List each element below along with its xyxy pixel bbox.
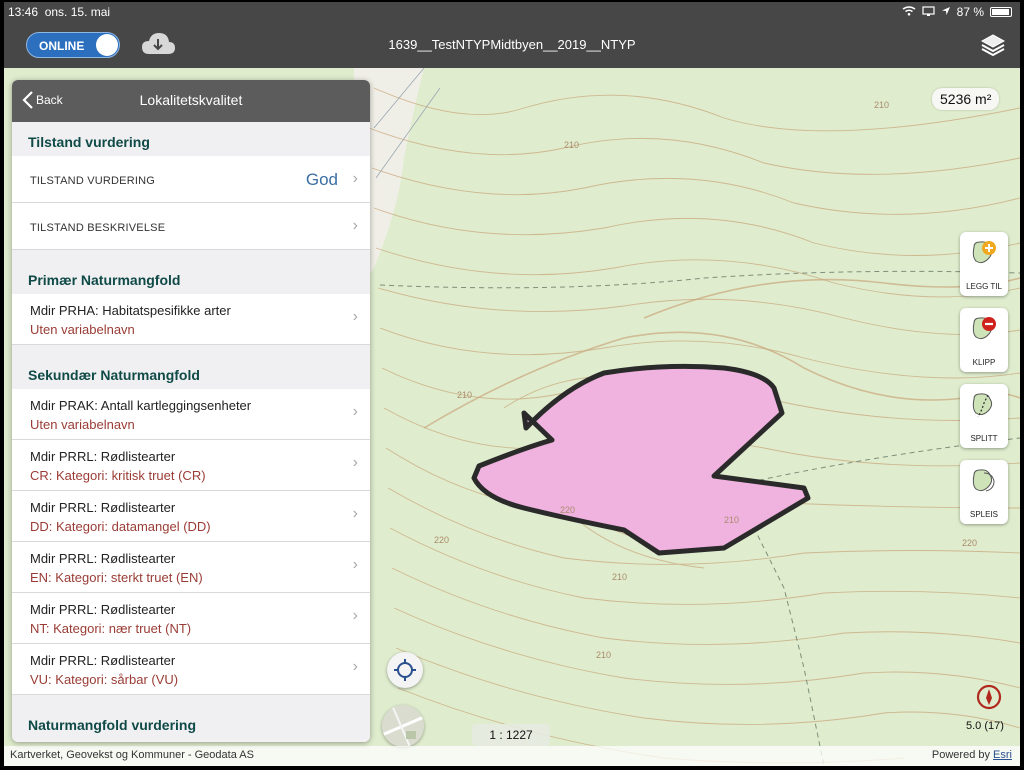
- tilstand-beskrivelse-row[interactable]: TILSTAND BESKRIVELSE ›: [12, 203, 370, 250]
- contour-label: 220: [434, 535, 449, 545]
- basemap-thumbnail-icon: [382, 705, 424, 747]
- contour-label: 210: [564, 140, 579, 150]
- list-item[interactable]: Mdir PRRL: Rødlistearter EN: Kategori: s…: [12, 542, 370, 593]
- list-item[interactable]: Mdir PRRL: Rødlistearter NT: Kategori: n…: [12, 593, 370, 644]
- item-subtitle: Uten variabelnavn: [30, 417, 135, 432]
- attribution-text: Kartverket, Geovekst og Kommuner - Geoda…: [10, 749, 254, 761]
- zoom-level: 5.0 (17): [966, 720, 1004, 732]
- list-item[interactable]: Mdir PRHA: Habitatspesifikke arter Uten …: [12, 294, 370, 345]
- section-header-primaer: Primær Naturmangfold: [12, 250, 370, 294]
- clip-tool-label: KLIPP: [972, 358, 996, 367]
- powered-by-text: Powered by: [931, 749, 990, 761]
- add-tool-label: LEGG TIL: [966, 282, 1002, 291]
- clip-tool-button[interactable]: KLIPP: [960, 308, 1008, 372]
- item-subtitle: EN: Kategori: sterkt truet (EN): [30, 570, 203, 585]
- add-area-icon: [970, 239, 998, 269]
- chevron-right-icon: ›: [352, 658, 358, 675]
- item-title: Mdir PRRL: Rødlistearter: [30, 449, 176, 464]
- merge-tool-button[interactable]: SPLEIS: [960, 460, 1008, 524]
- chevron-right-icon: ›: [352, 556, 358, 573]
- layers-icon[interactable]: [980, 32, 1006, 58]
- map-attribution: Kartverket, Geovekst og Kommuner - Geoda…: [4, 746, 1020, 766]
- contour-label: 220: [560, 505, 575, 515]
- ipad-screen: 13:46 ons. 15. mai 87 % ONLINE 1639__Tes…: [0, 0, 1024, 770]
- screen-mirror-icon: [922, 5, 935, 19]
- location-arrow-icon: [941, 5, 951, 19]
- project-title: 1639__TestNTYPMidtbyen__2019__NTYP: [388, 37, 636, 52]
- list-item[interactable]: Mdir PRRL: Rødlistearter DD: Kategori: d…: [12, 491, 370, 542]
- merge-area-icon: [970, 467, 998, 497]
- clock-time: 13:46: [8, 5, 39, 19]
- add-tool-button[interactable]: LEGG TIL: [960, 232, 1008, 296]
- status-bar: 13:46 ons. 15. mai 87 %: [4, 2, 1020, 22]
- date-text: ons. 15. mai: [44, 5, 111, 19]
- list-item[interactable]: Mdir PRRL: Rødlistearter VU: Kategori: s…: [12, 644, 370, 695]
- contour-label: 210: [612, 572, 627, 582]
- item-title: Mdir PRRL: Rødlistearter: [30, 551, 176, 566]
- item-subtitle: DD: Kategori: datamangel (DD): [30, 519, 211, 534]
- row-value: God: [305, 170, 338, 189]
- item-title: Mdir PRRL: Rødlistearter: [30, 602, 176, 617]
- contour-label: 210: [874, 100, 889, 110]
- battery-percent: 87 %: [956, 5, 984, 19]
- tilstand-vurdering-row[interactable]: TILSTAND VURDERING God ›: [12, 156, 370, 203]
- panel-title: Lokalitetskvalitet: [139, 92, 243, 108]
- panel-header: Back Lokalitetskvalitet: [12, 80, 370, 122]
- chevron-right-icon: ›: [352, 308, 358, 325]
- chevron-right-icon: ›: [352, 170, 358, 187]
- lokalitetskvalitet-panel: Back Lokalitetskvalitet Tilstand vurderi…: [12, 80, 370, 742]
- split-tool-button[interactable]: SPLITT: [960, 384, 1008, 448]
- chevron-right-icon: ›: [352, 607, 358, 624]
- clip-area-icon: [970, 315, 998, 345]
- chevron-right-icon: ›: [352, 217, 358, 234]
- section-header-vurdering: Naturmangfold vurdering: [12, 695, 370, 739]
- chevron-right-icon: ›: [352, 454, 358, 471]
- contour-label: 210: [596, 650, 611, 660]
- item-title: Mdir PRHA: Habitatspesifikke arter: [30, 303, 231, 318]
- chevron-right-icon: ›: [352, 403, 358, 420]
- contour-label: 210: [457, 390, 472, 400]
- compass-icon[interactable]: [976, 684, 1002, 710]
- locate-button[interactable]: [387, 652, 423, 688]
- battery-icon: [990, 7, 1012, 17]
- contour-label: 210: [724, 515, 739, 525]
- crosshair-icon: [394, 659, 416, 681]
- top-toolbar: ONLINE 1639__TestNTYPMidtbyen__2019__NTY…: [4, 22, 1020, 68]
- contour-label: 220: [962, 538, 977, 548]
- row-label: TILSTAND VURDERING: [30, 175, 156, 187]
- merge-tool-label: SPLEIS: [969, 510, 998, 519]
- esri-link[interactable]: Esri: [993, 749, 1012, 761]
- basemap-toggle-button[interactable]: [382, 705, 424, 747]
- row-label: TILSTAND BESKRIVELSE: [30, 222, 166, 234]
- item-subtitle: CR: Kategori: kritisk truet (CR): [30, 468, 206, 483]
- list-item[interactable]: Mdir PRRL: Rødlistearter CR: Kategori: k…: [12, 440, 370, 491]
- item-subtitle: Uten variabelnavn: [30, 322, 135, 337]
- section-header-sekundaer: Sekundær Naturmangfold: [12, 345, 370, 389]
- item-subtitle: VU: Kategori: sårbar (VU): [30, 672, 179, 687]
- area-measurement: 5236 m²: [932, 88, 1000, 110]
- wifi-icon: [902, 5, 916, 19]
- item-title: Mdir PRRL: Rødlistearter: [30, 653, 176, 668]
- section-header-tilstand: Tilstand vurdering: [12, 122, 370, 156]
- item-title: Mdir PRRL: Rødlistearter: [30, 500, 176, 515]
- split-area-icon: [970, 391, 998, 421]
- powered-by: Powered by Esri: [932, 749, 1012, 761]
- item-title: Mdir PRAK: Antall kartleggingsenheter: [30, 398, 252, 413]
- item-subtitle: NT: Kategori: nær truet (NT): [30, 621, 192, 636]
- split-tool-label: SPLITT: [970, 434, 998, 443]
- list-item[interactable]: Mdir PRAK: Antall kartleggingsenheter Ut…: [12, 389, 370, 440]
- chevron-right-icon: ›: [352, 505, 358, 522]
- map-scale: 1 : 1227: [472, 724, 550, 746]
